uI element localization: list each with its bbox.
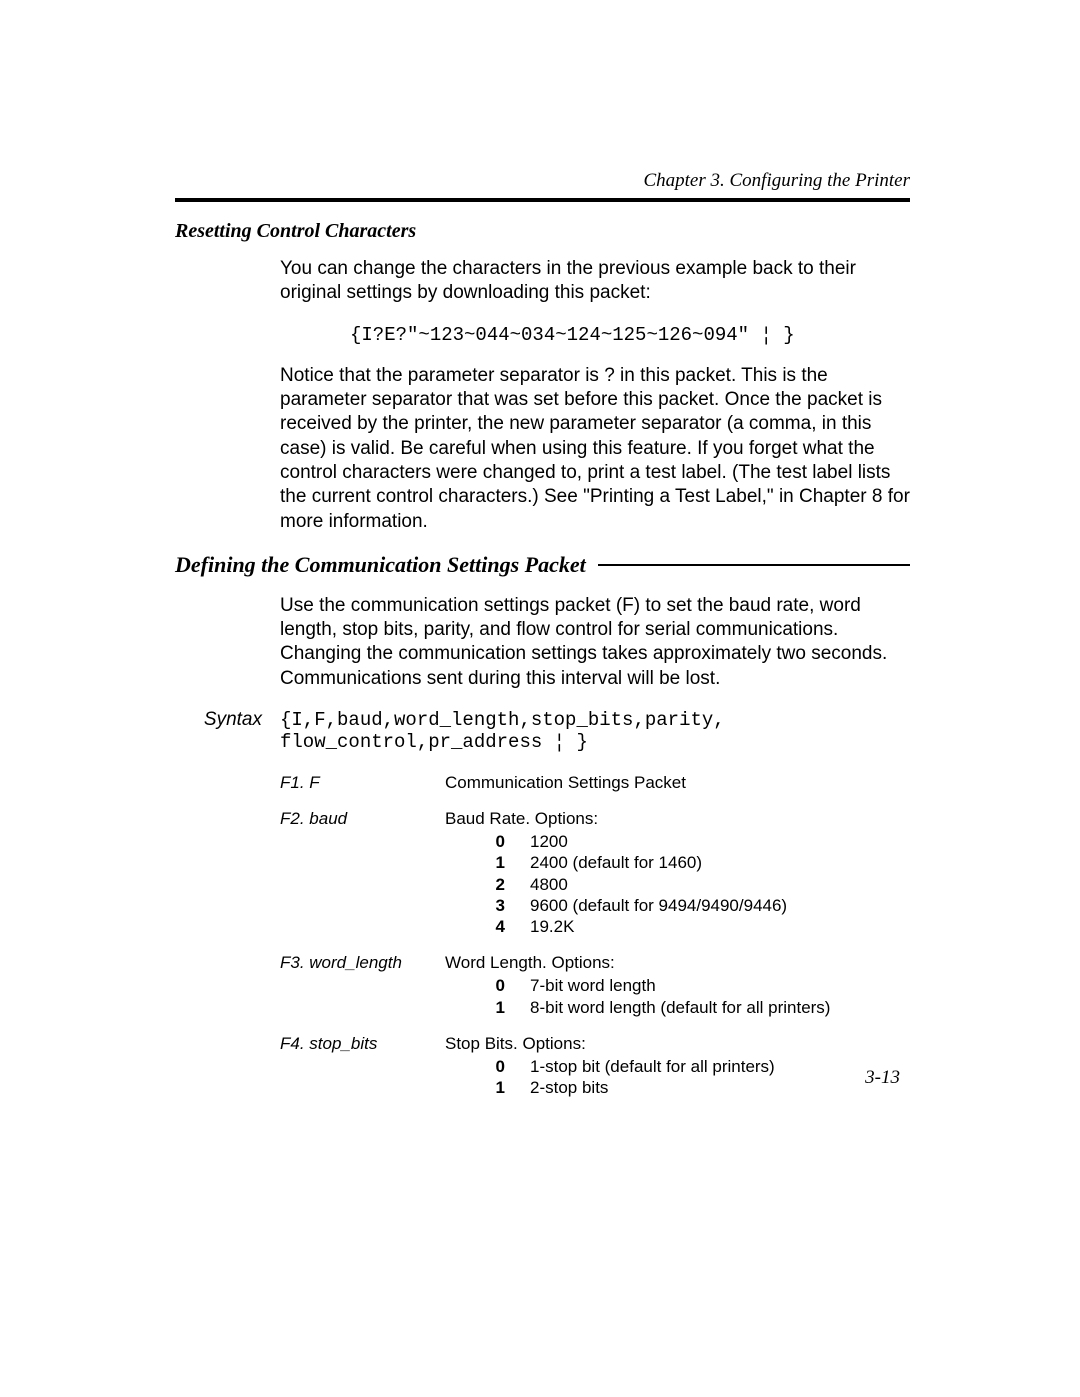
syntax-label: Syntax xyxy=(175,709,280,731)
option-value: 19.2K xyxy=(530,916,574,937)
paragraph-explain: Notice that the parameter separator is ?… xyxy=(280,364,910,534)
option-row: 39600 (default for 9494/9490/9446) xyxy=(445,895,787,916)
field-desc-wrap: Baud Rate. Options:0120012400 (default f… xyxy=(445,809,787,937)
option-key: 1 xyxy=(445,852,530,873)
options-table: 07-bit word length18-bit word length (de… xyxy=(445,975,830,1018)
field-desc-wrap: Communication Settings Packet xyxy=(445,773,686,793)
option-value: 4800 xyxy=(530,874,568,895)
field-label: F2. baud xyxy=(280,809,445,829)
syntax-code: {I,F,baud,word_length,stop_bits,parity, … xyxy=(280,709,725,753)
field-row: F1. FCommunication Settings Packet xyxy=(175,773,910,793)
option-row: 12-stop bits xyxy=(445,1077,775,1098)
option-row: 24800 xyxy=(445,874,787,895)
option-key: 0 xyxy=(445,975,530,996)
section-defining-comm-settings: Defining the Communication Settings Pack… xyxy=(175,552,910,578)
field-label: F3. word_length xyxy=(280,953,445,973)
code-packet-reset: {I?E?"~123~044~034~124~125~126~094" ¦ } xyxy=(280,324,910,346)
field-desc: Stop Bits. Options: xyxy=(445,1034,775,1054)
option-key: 1 xyxy=(445,1077,530,1098)
option-key: 0 xyxy=(445,1056,530,1077)
option-row: 07-bit word length xyxy=(445,975,830,996)
field-row: F2. baudBaud Rate. Options:0120012400 (d… xyxy=(175,809,910,937)
option-value: 7-bit word length xyxy=(530,975,656,996)
option-row: 12400 (default for 1460) xyxy=(445,852,787,873)
options-table: 01-stop bit (default for all printers)12… xyxy=(445,1056,775,1099)
field-desc-wrap: Stop Bits. Options:01-stop bit (default … xyxy=(445,1034,775,1099)
option-value: 2-stop bits xyxy=(530,1077,608,1098)
paragraph-intro: You can change the characters in the pre… xyxy=(280,257,910,306)
page-number: 3-13 xyxy=(865,1067,900,1089)
field-desc: Word Length. Options: xyxy=(445,953,830,973)
option-value: 2400 (default for 1460) xyxy=(530,852,702,873)
option-row: 18-bit word length (default for all prin… xyxy=(445,997,830,1018)
option-row: 419.2K xyxy=(445,916,787,937)
option-key: 2 xyxy=(445,874,530,895)
field-desc: Communication Settings Packet xyxy=(445,773,686,793)
option-key: 4 xyxy=(445,916,530,937)
header-rule xyxy=(175,198,910,202)
field-label: F1. F xyxy=(280,773,445,793)
subheading-resetting: Resetting Control Characters xyxy=(175,220,910,243)
option-key: 3 xyxy=(445,895,530,916)
chapter-header: Chapter 3. Configuring the Printer xyxy=(175,170,910,192)
option-value: 1-stop bit (default for all printers) xyxy=(530,1056,775,1077)
field-label: F4. stop_bits xyxy=(280,1034,445,1054)
field-row: F4. stop_bitsStop Bits. Options:01-stop … xyxy=(175,1034,910,1099)
field-row: F3. word_lengthWord Length. Options:07-b… xyxy=(175,953,910,1018)
option-value: 9600 (default for 9494/9490/9446) xyxy=(530,895,787,916)
options-table: 0120012400 (default for 1460)2480039600 … xyxy=(445,831,787,937)
option-value: 8-bit word length (default for all print… xyxy=(530,997,830,1018)
field-desc-wrap: Word Length. Options:07-bit word length1… xyxy=(445,953,830,1018)
syntax-row: Syntax {I,F,baud,word_length,stop_bits,p… xyxy=(175,709,910,753)
paragraph-comm-intro: Use the communication settings packet (F… xyxy=(280,594,910,691)
option-value: 1200 xyxy=(530,831,568,852)
option-row: 01-stop bit (default for all printers) xyxy=(445,1056,775,1077)
option-key: 1 xyxy=(445,997,530,1018)
field-desc: Baud Rate. Options: xyxy=(445,809,787,829)
option-key: 0 xyxy=(445,831,530,852)
section-rule xyxy=(598,564,910,566)
option-row: 01200 xyxy=(445,831,787,852)
section-title: Defining the Communication Settings Pack… xyxy=(175,552,586,578)
